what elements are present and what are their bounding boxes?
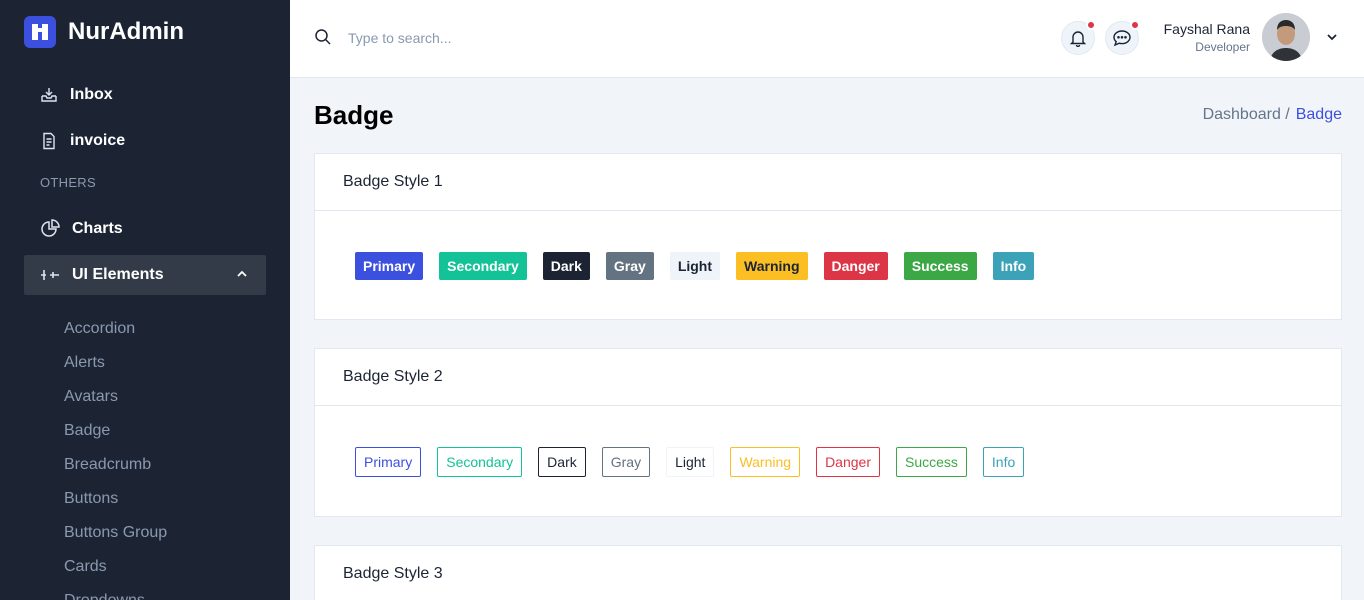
- sidebar-subitem-dropdowns[interactable]: Dropdowns: [64, 592, 145, 600]
- page-title: Badge: [314, 100, 394, 130]
- message-dot: [1130, 20, 1140, 30]
- sidebar-item-inbox[interactable]: Inbox: [24, 75, 266, 115]
- sidebar-item-label: Inbox: [70, 86, 113, 103]
- badge-secondary: Secondary: [439, 251, 527, 280]
- brand-name: NurAdmin: [68, 18, 184, 45]
- badge-outline-danger: Danger: [816, 446, 880, 477]
- brand-logo-icon: [24, 16, 56, 48]
- badge-outline-light: Light: [666, 446, 715, 477]
- badge-primary: Primary: [355, 251, 424, 280]
- card-title: Badge Style 1: [315, 154, 1341, 211]
- badge-light: Light: [669, 251, 721, 280]
- sidebar-item-label: invoice: [70, 132, 126, 149]
- invoice-icon: [43, 132, 55, 150]
- badge-list: Primary Secondary Dark Gray Light Warning Dang…: [315, 211, 1341, 320]
- badge-info: Info: [992, 251, 1035, 280]
- card-title: Badge Style 3: [315, 546, 1341, 600]
- inbox-icon: [41, 88, 57, 102]
- user-name[interactable]: Fayshal Rana: [1164, 21, 1250, 37]
- chevron-up-icon[interactable]: [236, 268, 248, 280]
- sidebar-subitem-accordion[interactable]: Accordion: [64, 320, 135, 338]
- notification-dot: [1086, 20, 1096, 30]
- badge-style-1-card: Badge Style 1 Primary Secondary Dark Gray Li…: [314, 153, 1342, 320]
- badge-outline-info: Info: [982, 446, 1025, 477]
- badge-gray: Gray: [605, 251, 654, 280]
- user-avatar[interactable]: [1262, 13, 1310, 61]
- badge-success: Success: [903, 251, 977, 280]
- user-role: Developer: [1195, 40, 1250, 54]
- badge-outline-warning: Warning: [730, 446, 801, 477]
- sidebar-item-label: Charts: [72, 220, 123, 237]
- pie-chart-icon: [41, 219, 60, 237]
- badge-style-3-card: Badge Style 3: [314, 545, 1342, 600]
- breadcrumb-current: Badge: [1295, 106, 1342, 123]
- sidebar-subitem-buttons-group[interactable]: Buttons Group: [64, 524, 167, 542]
- messages-button[interactable]: [1105, 20, 1140, 55]
- chat-icon: [1113, 30, 1131, 47]
- search-icon[interactable]: [314, 28, 332, 46]
- breadcrumb: Dashboard / Badge: [1203, 106, 1342, 124]
- badge-dark: Dark: [542, 251, 590, 280]
- brand[interactable]: NurAdmin: [24, 16, 184, 48]
- badge-outline-gray: Gray: [601, 446, 651, 477]
- sidebar-subitem-avatars[interactable]: Avatars: [64, 388, 118, 406]
- badge-danger: Danger: [823, 251, 888, 280]
- sidebar-subitem-buttons[interactable]: Buttons: [64, 490, 118, 508]
- badge-outline-dark: Dark: [538, 446, 586, 477]
- chevron-down-icon[interactable]: [1326, 31, 1338, 43]
- sidebar-subitem-breadcrumb[interactable]: Breadcrumb: [64, 456, 151, 474]
- badge-outline-secondary: Secondary: [437, 446, 523, 477]
- badge-warning: Warning: [736, 251, 808, 280]
- card-title: Badge Style 2: [315, 349, 1341, 406]
- sidebar-item-invoice[interactable]: invoice: [24, 121, 266, 161]
- ui-elements-icon: [41, 270, 59, 280]
- sidebar-subitem-cards[interactable]: Cards: [64, 558, 107, 576]
- badge-list: Primary Secondary Dark Gray Light Warning Dang…: [315, 406, 1341, 517]
- badge-outline-success: Success: [895, 446, 967, 477]
- badge-outline-primary: Primary: [355, 446, 422, 477]
- sidebar-item-label: UI Elements: [72, 266, 164, 283]
- sidebar-subitem-alerts[interactable]: Alerts: [64, 354, 105, 372]
- top-header: Fayshal Rana Developer: [290, 0, 1364, 78]
- sidebar: NurAdmin Inbox invoice OTHERS Charts UI …: [0, 0, 290, 600]
- sidebar-section-label: OTHERS: [40, 175, 96, 190]
- breadcrumb-dashboard[interactable]: Dashboard /: [1203, 106, 1290, 124]
- bell-icon: [1069, 31, 1087, 47]
- search-input[interactable]: [348, 24, 648, 52]
- sidebar-subitem-badge[interactable]: Badge: [64, 422, 110, 440]
- notifications-button[interactable]: [1061, 20, 1096, 55]
- sidebar-item-charts[interactable]: Charts: [24, 209, 266, 249]
- sidebar-item-ui-elements[interactable]: UI Elements: [24, 255, 266, 295]
- badge-style-2-card: Badge Style 2 Primary Secondary Dark Gray Li…: [314, 348, 1342, 517]
